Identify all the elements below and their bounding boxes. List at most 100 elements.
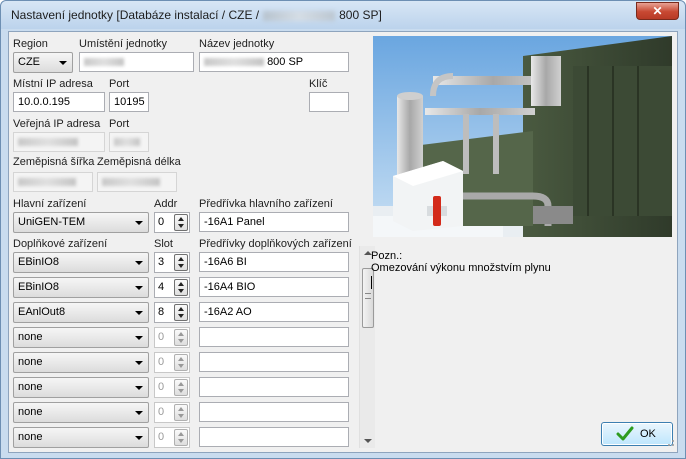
spin-buttons[interactable] — [174, 254, 188, 271]
spin-buttons[interactable] — [174, 429, 188, 446]
extra-device-value: none — [18, 381, 43, 393]
slot-value: 3 — [158, 256, 165, 268]
redacted-title-text — [263, 10, 336, 21]
slot-value: 0 — [158, 331, 165, 343]
spin-buttons[interactable] — [174, 379, 188, 396]
chevron-down-icon — [135, 361, 143, 365]
slot-stepper-7[interactable]: 0 — [154, 402, 190, 423]
addr-stepper[interactable]: 0 — [154, 212, 190, 233]
local-ip-input[interactable]: 10.0.0.195 — [13, 92, 105, 112]
extra-prefix-input-8[interactable] — [199, 427, 349, 447]
slot-stepper-1[interactable]: 3 — [154, 252, 190, 273]
slot-value: 0 — [158, 406, 165, 418]
extra-prefix-input-1[interactable]: -16A6 BI — [199, 252, 349, 272]
ok-button[interactable]: OK — [601, 422, 673, 446]
extra-device-select-7[interactable]: none — [13, 402, 149, 423]
extra-prefix-input-5[interactable] — [199, 352, 349, 372]
spin-down-icon — [178, 364, 184, 368]
slot-stepper-5[interactable]: 0 — [154, 352, 190, 373]
public-port-label: Port — [109, 118, 130, 130]
extra-device-value: EAnlOut8 — [18, 306, 66, 318]
check-icon — [616, 425, 634, 451]
slot-value: 0 — [158, 381, 165, 393]
extra-device-value: none — [18, 331, 43, 343]
port-input[interactable]: 10195 — [109, 92, 149, 112]
slot-stepper-8[interactable]: 0 — [154, 427, 190, 448]
slot-stepper-6[interactable]: 0 — [154, 377, 190, 398]
extra-device-value: none — [18, 406, 43, 418]
latitude-label: Zeměpisná šířka — [13, 156, 95, 168]
extra-device-select-8[interactable]: none — [13, 427, 149, 448]
latitude-input[interactable] — [13, 172, 93, 192]
spin-buttons[interactable] — [174, 329, 188, 346]
extra-device-select-5[interactable]: none — [13, 352, 149, 373]
notes-area[interactable]: Pozn.: Omezování výkonu množstvím plynu — [371, 250, 671, 425]
chevron-down-icon — [135, 221, 143, 225]
spin-down-icon — [178, 339, 184, 343]
close-icon: ✕ — [652, 4, 663, 18]
title-bar[interactable]: Nastavení jednotky [Databáze instalací /… — [1, 1, 685, 29]
resize-grip-icon[interactable] — [665, 437, 675, 450]
unit-name-input[interactable]: 800 SP — [199, 52, 349, 72]
region-select[interactable]: CZE — [13, 52, 73, 73]
key-label: Klíč — [309, 78, 328, 90]
extra-prefix-input-4[interactable] — [199, 327, 349, 347]
spin-down-icon — [178, 289, 184, 293]
spin-up-icon — [178, 432, 184, 436]
chevron-down-icon — [135, 311, 143, 315]
redacted-unit-name — [204, 58, 264, 67]
spin-buttons[interactable] — [174, 404, 188, 421]
slot-value: 4 — [158, 281, 165, 293]
slot-value: 0 — [158, 356, 165, 368]
spin-up-icon — [178, 307, 184, 311]
longitude-input[interactable] — [97, 172, 177, 192]
redacted-longitude — [102, 178, 160, 187]
spin-up-icon — [178, 382, 184, 386]
spin-up-icon — [178, 407, 184, 411]
slot-stepper-4[interactable]: 0 — [154, 327, 190, 348]
spin-buttons[interactable] — [174, 304, 188, 321]
extra-device-select-2[interactable]: EBinIO8 — [13, 277, 149, 298]
spin-up-icon — [178, 357, 184, 361]
unit-name-label: Název jednotky — [199, 38, 275, 50]
main-device-value: UniGEN-TEM — [18, 216, 86, 228]
spin-up-icon — [178, 257, 184, 261]
extra-prefix-input-7[interactable] — [199, 402, 349, 422]
extra-prefix-input-6[interactable] — [199, 377, 349, 397]
spin-down-icon — [178, 414, 184, 418]
extra-device-value: EBinIO8 — [18, 256, 59, 268]
main-prefix-input[interactable]: -16A1 Panel — [199, 212, 349, 232]
extra-device-value: none — [18, 356, 43, 368]
title-prefix: Nastavení jednotky [Databáze instalací /… — [11, 8, 260, 22]
region-label: Region — [13, 38, 48, 50]
extra-device-select-3[interactable]: EAnlOut8 — [13, 302, 149, 323]
public-port-input[interactable] — [109, 132, 149, 152]
local-ip-label: Místní IP adresa — [13, 78, 93, 90]
extra-prefix-input-2[interactable]: -16A4 BIO — [199, 277, 349, 297]
location-input[interactable] — [79, 52, 194, 72]
text-cursor — [371, 276, 372, 289]
close-button[interactable]: ✕ — [636, 2, 679, 20]
extra-device-select-1[interactable]: EBinIO8 — [13, 252, 149, 273]
dialog-body: Region Umístění jednotky Název jednotky … — [8, 31, 678, 453]
main-device-select[interactable]: UniGEN-TEM — [13, 212, 149, 233]
spin-down-icon — [178, 439, 184, 443]
spin-buttons[interactable] — [174, 354, 188, 371]
spin-buttons[interactable] — [174, 279, 188, 296]
redacted-public-port — [114, 138, 140, 147]
settings-window: Nastavení jednotky [Databáze instalací /… — [0, 0, 686, 459]
scroll-down-icon[interactable] — [364, 439, 372, 443]
unit-name-suffix: 800 SP — [267, 56, 304, 68]
extra-device-select-4[interactable]: none — [13, 327, 149, 348]
extra-device-select-6[interactable]: none — [13, 377, 149, 398]
spin-buttons[interactable] — [174, 214, 188, 231]
key-input[interactable] — [309, 92, 349, 112]
public-ip-input[interactable] — [13, 132, 105, 152]
slot-stepper-2[interactable]: 4 — [154, 277, 190, 298]
chevron-down-icon — [59, 61, 67, 65]
port-label: Port — [109, 78, 130, 90]
extra-prefix-input-3[interactable]: -16A2 AO — [199, 302, 349, 322]
slot-stepper-3[interactable]: 8 — [154, 302, 190, 323]
addr-label: Addr — [154, 198, 178, 210]
title-suffix: 800 SP] — [339, 8, 382, 22]
